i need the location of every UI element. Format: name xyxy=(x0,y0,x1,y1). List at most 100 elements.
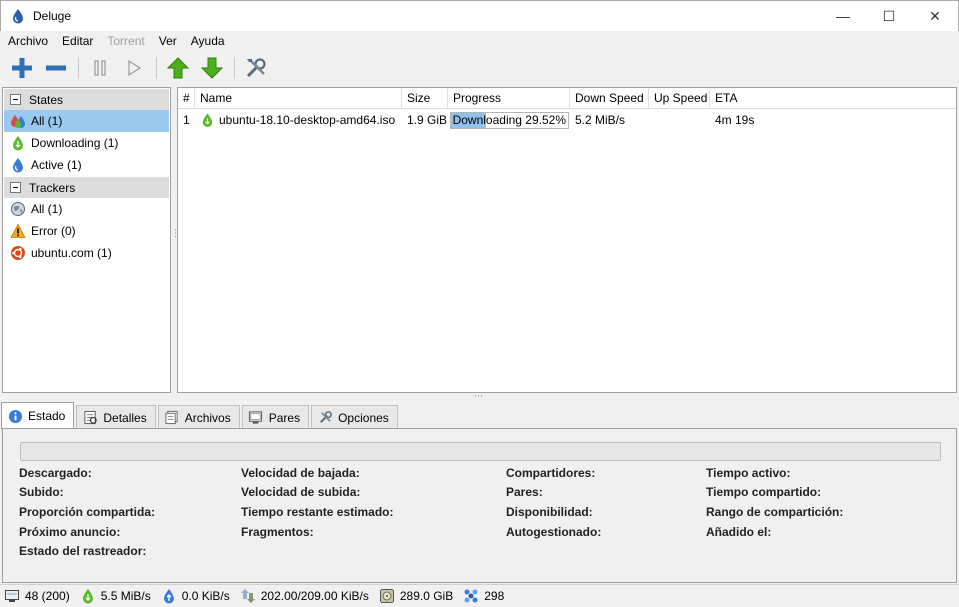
tools-icon xyxy=(246,58,266,78)
label-pares: Pares: xyxy=(506,485,543,499)
table-row[interactable]: 1 ubuntu-18.10-desktop-amd64.iso 1.9 GiB… xyxy=(178,109,956,131)
download-speed-value: 5.5 MiB/s xyxy=(100,589,151,603)
info-icon xyxy=(7,408,23,424)
label-tiempo-restante: Tiempo restante estimado: xyxy=(241,505,394,519)
options-icon xyxy=(317,410,333,426)
status-download-speed[interactable]: 5.5 MiB/s xyxy=(80,588,151,604)
maximize-button[interactable]: ☐ xyxy=(866,1,912,31)
progress-bar: Downloading 29.52% xyxy=(450,112,569,129)
tab-opciones[interactable]: Opciones xyxy=(311,405,398,429)
sidebar-item-tracker-error[interactable]: Error (0) xyxy=(4,220,169,242)
sidebar-item-label: Downloading (1) xyxy=(31,136,119,150)
ubuntu-icon xyxy=(10,245,26,261)
dht-nodes-value: 298 xyxy=(484,589,505,603)
pause-button[interactable] xyxy=(85,54,115,82)
status-free-space: 289.0 GiB xyxy=(379,588,453,604)
torrent-up-speed xyxy=(649,109,710,131)
free-space-value: 289.0 GiB xyxy=(399,589,454,603)
tab-estado[interactable]: Estado xyxy=(1,402,75,429)
dht-nodes-icon xyxy=(463,588,479,604)
label-tiempo-compartido: Tiempo compartido: xyxy=(706,485,822,499)
sidebar-item-tracker-all[interactable]: All (1) xyxy=(4,198,169,220)
label-velocidad-bajada: Velocidad de bajada: xyxy=(241,466,360,480)
trackers-header-label: Trackers xyxy=(29,180,76,195)
tab-pares[interactable]: Pares xyxy=(241,405,310,429)
column-header-down-speed[interactable]: Down Speed xyxy=(570,88,649,109)
tab-label: Opciones xyxy=(338,410,389,425)
tab-label: Estado xyxy=(28,409,66,423)
plus-icon xyxy=(12,58,32,78)
active-icon xyxy=(10,157,26,173)
tab-archivos[interactable]: Archivos xyxy=(157,405,240,429)
arrow-down-icon xyxy=(200,57,224,79)
details-panel: Descargado: Subido: Proporción compartid… xyxy=(2,428,957,583)
trackers-header[interactable]: Trackers xyxy=(4,177,169,198)
column-header-up-speed[interactable]: Up Speed xyxy=(649,88,710,109)
label-compartidores: Compartidores: xyxy=(506,466,596,480)
column-header-number[interactable]: # xyxy=(178,88,195,109)
torrent-down-speed: 5.2 MiB/s xyxy=(575,113,626,127)
details-tabs: Estado Detalles Archivos Pares Opciones xyxy=(1,402,400,429)
sidebar-item-label: ubuntu.com (1) xyxy=(31,246,112,260)
deluge-logo-icon xyxy=(13,9,23,24)
torrent-eta: 4m 19s xyxy=(715,113,755,127)
minus-icon xyxy=(46,65,66,71)
status-dht-nodes: 298 xyxy=(463,588,504,604)
remove-torrent-button[interactable] xyxy=(41,54,71,82)
menu-editar[interactable]: Editar xyxy=(55,34,100,48)
sidebar-item-state-all[interactable]: All (1) xyxy=(4,110,169,132)
sidebar-item-state-active[interactable]: Active (1) xyxy=(4,154,169,176)
resume-button[interactable] xyxy=(119,54,149,82)
menu-torrent[interactable]: Torrent xyxy=(100,34,151,48)
protocol-traffic-value: 202.00/209.00 KiB/s xyxy=(260,589,369,603)
menu-archivo[interactable]: Archivo xyxy=(1,34,55,48)
connections-value: 48 (200) xyxy=(25,589,70,603)
tab-detalles[interactable]: Detalles xyxy=(76,405,156,429)
sidebar-item-label: All (1) xyxy=(31,114,63,128)
add-torrent-button[interactable] xyxy=(7,54,37,82)
menu-ver[interactable]: Ver xyxy=(152,34,184,48)
tab-label: Detalles xyxy=(103,410,147,425)
status-protocol-traffic: 202.00/209.00 KiB/s xyxy=(240,588,369,604)
label-anadido-el: Añadido el: xyxy=(706,525,772,539)
states-header[interactable]: States xyxy=(4,89,169,110)
label-autogestionado: Autogestionado: xyxy=(506,525,602,539)
label-velocidad-subida: Velocidad de subida: xyxy=(241,485,361,499)
sidebar-item-state-downloading[interactable]: Downloading (1) xyxy=(4,132,169,154)
label-subido: Subido: xyxy=(19,485,64,499)
play-icon xyxy=(128,59,142,77)
collapse-icon[interactable] xyxy=(10,182,21,193)
preferences-button[interactable] xyxy=(241,54,271,82)
status-connections[interactable]: 48 (200) xyxy=(4,588,70,604)
close-button[interactable]: ✕ xyxy=(912,1,958,31)
minimize-button[interactable]: — xyxy=(820,1,866,31)
label-proximo-anuncio: Próximo anuncio: xyxy=(19,525,121,539)
column-header-size[interactable]: Size xyxy=(402,88,448,109)
filter-sidebar: States All (1) Downloading (1) Active (1… xyxy=(2,87,171,393)
tab-label: Pares xyxy=(268,410,301,425)
torrent-size: 1.9 GiB xyxy=(407,113,448,127)
label-disponibilidad: Disponibilidad: xyxy=(506,505,593,519)
menu-ayuda[interactable]: Ayuda xyxy=(184,34,232,48)
label-rango-comparticion: Rango de compartición: xyxy=(706,505,844,519)
queue-up-button[interactable] xyxy=(163,54,193,82)
queue-down-button[interactable] xyxy=(197,54,227,82)
toolbar-separator xyxy=(234,57,235,79)
label-fragmentos: Fragmentos: xyxy=(241,525,314,539)
pause-icon xyxy=(94,60,106,76)
arrow-up-icon xyxy=(166,57,190,79)
files-icon xyxy=(164,410,180,426)
collapse-icon[interactable] xyxy=(10,94,21,105)
toolbar-separator xyxy=(78,57,79,79)
details-splitter[interactable]: ⋯ xyxy=(474,391,483,402)
column-header-eta[interactable]: ETA xyxy=(710,88,956,109)
column-header-name[interactable]: Name xyxy=(195,88,402,109)
toolbar-separator xyxy=(156,57,157,79)
torrent-number: 1 xyxy=(183,113,190,127)
status-upload-speed[interactable]: 0.0 KiB/s xyxy=(161,588,230,604)
title-bar: Deluge — ☐ ✕ xyxy=(0,0,959,31)
downloading-icon xyxy=(10,135,26,151)
sidebar-item-tracker-ubuntu[interactable]: ubuntu.com (1) xyxy=(4,242,169,264)
column-header-progress[interactable]: Progress xyxy=(448,88,570,109)
connections-icon xyxy=(4,588,20,604)
